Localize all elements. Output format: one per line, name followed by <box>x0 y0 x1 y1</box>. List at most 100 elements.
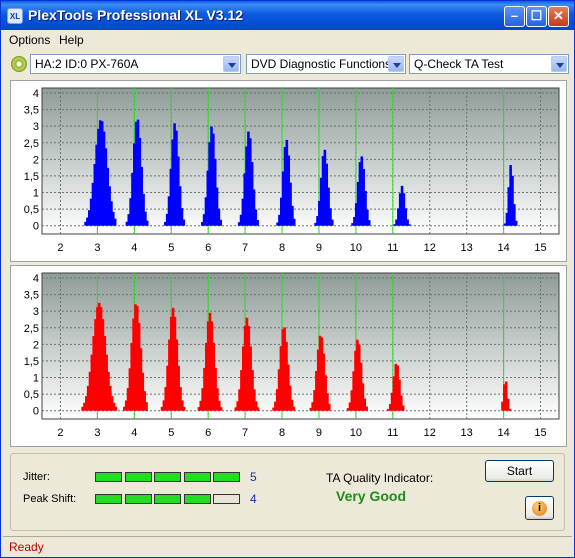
meter-segment <box>183 494 211 504</box>
histogram-bar <box>256 220 259 226</box>
y-tick-label: 2,5 <box>24 138 39 150</box>
close-button[interactable]: ✕ <box>548 6 569 27</box>
x-tick-label: 6 <box>205 427 211 439</box>
histogram-bar <box>145 220 149 226</box>
start-button[interactable]: Start <box>485 460 554 482</box>
x-tick-label: 6 <box>205 242 211 254</box>
histogram-bar <box>292 218 296 226</box>
info-icon: i <box>532 501 547 516</box>
title-bar[interactable]: XL PlexTools Professional XL V3.12 – ☐ ✕ <box>1 1 574 30</box>
x-tick-label: 13 <box>461 427 473 439</box>
meter-segment <box>183 472 211 482</box>
minimize-icon: – <box>510 8 519 23</box>
y-tick-label: 3 <box>33 121 39 133</box>
maximize-button[interactable]: ☐ <box>526 6 547 27</box>
x-tick-label: 11 <box>387 242 398 254</box>
menu-help[interactable]: Help <box>59 33 84 47</box>
peak-shift-label: Peak Shift: <box>23 493 77 505</box>
meter-segment <box>95 472 122 482</box>
x-tick-label: 5 <box>168 242 174 254</box>
y-tick-label: 0 <box>33 221 39 233</box>
x-tick-label: 7 <box>242 427 248 439</box>
meter-segment <box>154 494 181 504</box>
meter-segment <box>213 494 240 504</box>
histogram-bar <box>328 403 331 411</box>
y-tick-label: 1 <box>33 373 39 385</box>
histogram-bar <box>219 219 223 226</box>
y-tick-label: 4 <box>33 273 39 285</box>
x-tick-label: 8 <box>279 427 285 439</box>
histogram-bar <box>182 406 186 411</box>
y-tick-label: 1,5 <box>24 356 39 368</box>
x-tick-label: 13 <box>461 242 473 254</box>
y-tick-label: 0 <box>33 406 39 418</box>
x-tick-label: 11 <box>387 427 398 439</box>
status-text: Ready <box>9 540 44 554</box>
app-window: XL PlexTools Professional XL V3.12 – ☐ ✕… <box>0 0 575 558</box>
x-tick-label: 15 <box>534 427 546 439</box>
x-tick-label: 10 <box>350 427 362 439</box>
y-tick-label: 3 <box>33 306 39 318</box>
jitter-label: Jitter: <box>23 471 50 483</box>
x-tick-label: 4 <box>131 427 137 439</box>
histogram-bar <box>365 406 368 411</box>
jitter-value: 5 <box>250 470 257 484</box>
chevron-down-icon[interactable] <box>388 56 404 72</box>
quality-panel: Jitter: 5 Peak Shift: 4 TA Quality Indic… <box>10 453 565 531</box>
maximize-icon: ☐ <box>530 8 543 23</box>
histogram-bar <box>256 407 260 411</box>
x-tick-label: 3 <box>94 427 100 439</box>
meter-segment <box>213 472 240 482</box>
jitter-histogram-chart: 0 0,5 1 1,5 2 2,5 3 3,5 4 2 3 4 5 6 7 8 9 10 11 12 13 14 15 <box>10 80 567 262</box>
y-tick-label: 1,5 <box>24 171 39 183</box>
y-tick-label: 2 <box>33 154 39 166</box>
ta-quality-value: Very Good <box>336 488 407 504</box>
function-select-value: DVD Diagnostic Functions <box>251 57 392 71</box>
x-tick-label: 5 <box>168 427 174 439</box>
x-tick-label: 12 <box>424 242 436 254</box>
x-tick-label: 8 <box>279 242 285 254</box>
meter-segment <box>95 494 122 504</box>
test-select[interactable]: Q-Check TA Test <box>409 54 569 74</box>
peak-shift-meter <box>95 494 245 504</box>
x-tick-label: 14 <box>497 242 509 254</box>
x-tick-label: 4 <box>131 242 137 254</box>
y-tick-label: 2,5 <box>24 323 39 335</box>
x-tick-label: 10 <box>350 242 362 254</box>
histogram-bar <box>367 220 371 226</box>
function-select[interactable]: DVD Diagnostic Functions <box>246 54 406 74</box>
ta-quality-label: TA Quality Indicator: <box>326 471 434 485</box>
menu-bar: Options Help <box>1 30 574 50</box>
drive-select-value: HA:2 ID:0 PX-760A <box>35 57 139 71</box>
x-tick-label: 14 <box>497 427 509 439</box>
info-button[interactable]: i <box>525 496 554 520</box>
chevron-down-icon[interactable] <box>551 56 567 72</box>
status-bar: Ready <box>3 536 572 555</box>
y-tick-label: 0,5 <box>24 204 39 216</box>
chevron-down-icon[interactable] <box>223 56 239 72</box>
app-icon: XL <box>7 8 23 24</box>
histogram-bar <box>145 402 148 411</box>
minimize-button[interactable]: – <box>504 6 525 27</box>
meter-segment <box>124 494 152 504</box>
disc-icon <box>11 56 27 72</box>
menu-options[interactable]: Options <box>9 33 50 47</box>
histogram-bar <box>182 219 186 226</box>
x-tick-label: 2 <box>57 242 63 254</box>
window-title: PlexTools Professional XL V3.12 <box>28 7 244 23</box>
x-tick-label: 9 <box>316 427 322 439</box>
histogram-bar <box>330 219 334 226</box>
histogram-bar <box>401 405 405 411</box>
x-tick-label: 3 <box>94 242 100 254</box>
drive-select[interactable]: HA:2 ID:0 PX-760A <box>30 54 241 74</box>
y-tick-label: 3,5 <box>24 290 39 302</box>
meter-segment <box>154 472 181 482</box>
x-tick-label: 12 <box>424 427 436 439</box>
y-tick-label: 2 <box>33 339 39 351</box>
y-tick-label: 3,5 <box>24 105 39 117</box>
peak-shift-histogram-chart: 0 0,5 1 1,5 2 2,5 3 3,5 4 2 3 4 5 6 7 8 9 10 11 12 13 14 15 <box>10 265 567 447</box>
x-tick-label: 9 <box>316 242 322 254</box>
test-select-value: Q-Check TA Test <box>414 57 504 71</box>
close-icon: ✕ <box>553 8 564 23</box>
histogram-bar <box>508 408 512 411</box>
